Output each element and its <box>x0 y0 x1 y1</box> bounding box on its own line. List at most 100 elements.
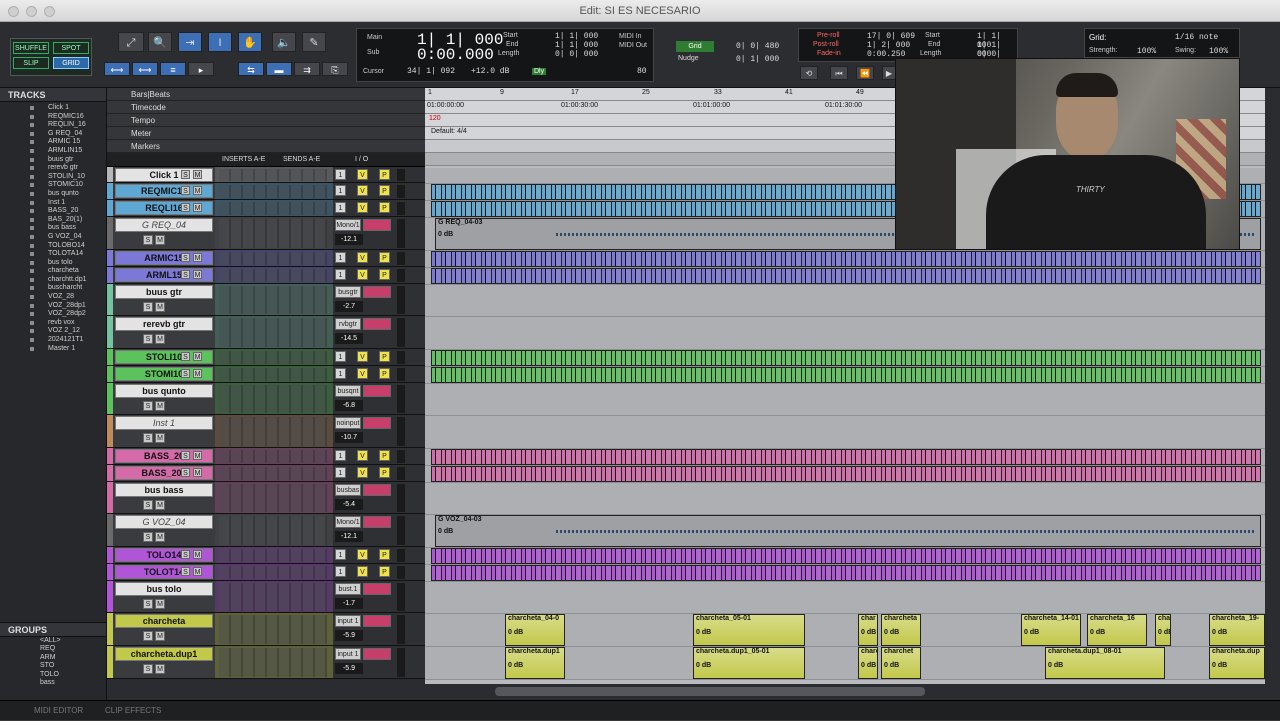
solo-button[interactable]: S <box>181 468 190 477</box>
audio-clip[interactable]: charc 0 dB <box>858 647 878 679</box>
track-header[interactable]: bus qunto S Mbusqnt -6.8 <box>107 383 425 415</box>
playlist-button[interactable]: P <box>379 351 390 362</box>
playlist-output[interactable] <box>363 286 391 298</box>
track-lane[interactable]: G VOZ_04-03 0 dB <box>425 515 1265 548</box>
track-header[interactable]: ARML15 S M 1 V P <box>107 267 425 284</box>
preroll-label[interactable]: Pre-roll <box>817 32 840 39</box>
audio-clip[interactable]: charcheta_05-01 0 dB <box>693 614 805 646</box>
playlist-button[interactable]: P <box>379 549 390 560</box>
inserts-slots[interactable] <box>219 202 327 215</box>
zoom-toggle-icon[interactable]: ▸ <box>188 62 214 76</box>
tracks-list-item[interactable]: bus bass <box>0 224 106 233</box>
voice-selector[interactable]: V <box>357 450 368 461</box>
inserts-slots[interactable] <box>219 648 327 677</box>
mute-button[interactable]: M <box>155 401 165 411</box>
audio-clip[interactable]: charcheta_16 0 dB <box>1087 614 1147 646</box>
mute-button[interactable]: M <box>155 500 165 510</box>
volume-value[interactable]: -14.5 <box>335 333 363 344</box>
track-name[interactable]: charcheta <box>115 614 213 628</box>
tracks-list-item[interactable]: rerevb gtr <box>0 164 106 173</box>
inserts-slots[interactable] <box>219 516 327 545</box>
audio-clip[interactable]: G VOZ_04-03 0 dB <box>435 515 1261 547</box>
midi-zoom-icon[interactable]: ≡ <box>160 62 186 76</box>
zoomer-tool-icon[interactable]: 🔍 <box>148 32 172 52</box>
playlist-output[interactable] <box>363 615 391 627</box>
track-name[interactable]: charcheta.dup1 <box>115 647 213 661</box>
grabber-tool-icon[interactable]: ✋ <box>238 32 262 52</box>
track-header[interactable]: buus gtr S Mbusgtr -2.7 <box>107 284 425 316</box>
ruler-bars-label[interactable]: Bars|Beats <box>107 88 425 101</box>
solo-button[interactable]: S <box>181 550 190 559</box>
io-selector[interactable]: busgtr <box>335 286 361 298</box>
input-number[interactable]: 1 <box>335 549 346 560</box>
inserts-slots[interactable] <box>219 566 327 579</box>
swing-value[interactable]: 100% <box>1209 47 1228 56</box>
mute-button[interactable]: M <box>193 468 202 477</box>
track-name[interactable]: buus gtr <box>115 285 213 299</box>
ruler-markers-label[interactable]: Markers <box>107 140 425 153</box>
zoom-window-button[interactable] <box>44 6 55 17</box>
mute-button[interactable]: M <box>193 170 202 179</box>
tracks-list-item[interactable]: VOZ_28dp2 <box>0 310 106 319</box>
tracks-list-item[interactable]: Inst 1 <box>0 199 106 208</box>
group-item[interactable]: ARM <box>0 654 106 662</box>
inserts-slots[interactable] <box>219 484 327 512</box>
voice-selector[interactable]: V <box>357 368 368 379</box>
track-header[interactable]: charcheta S Minput 1 -5.9 <box>107 613 425 646</box>
track-lane[interactable]: charcheta_04-0 0 dB charcheta_05-01 0 dB cha… <box>425 614 1265 647</box>
audio-clip[interactable] <box>431 350 1261 366</box>
group-item[interactable]: TOLO <box>0 671 106 679</box>
tracks-list-item[interactable]: buscharcht <box>0 284 106 293</box>
io-selector[interactable]: noinput <box>335 417 361 429</box>
playlist-button[interactable]: P <box>379 467 390 478</box>
volume-value[interactable]: -1.7 <box>335 598 363 609</box>
track-header[interactable]: Inst 1 S Mnoinput -10.7 <box>107 415 425 448</box>
track-lane[interactable] <box>425 367 1265 384</box>
solo-button[interactable]: S <box>143 500 153 510</box>
ruler-tempo-label[interactable]: Tempo <box>107 114 425 127</box>
track-header[interactable]: ARMIC15 S M 1 V P <box>107 250 425 267</box>
audio-clip[interactable] <box>431 268 1261 284</box>
mute-button[interactable]: M <box>155 599 165 609</box>
grid-toggle[interactable]: Grid <box>676 41 714 52</box>
track-lane[interactable] <box>425 565 1265 582</box>
scrubber-tool-icon[interactable]: 🔈 <box>272 32 296 52</box>
insertion-follows-icon[interactable]: ⇉ <box>294 62 320 76</box>
input-number[interactable]: 1 <box>335 368 346 379</box>
track-header[interactable]: Click 1SM1VP <box>107 167 425 183</box>
audio-clip[interactable] <box>431 367 1261 383</box>
track-header[interactable]: bus bass S Mbusbas -5.4 <box>107 482 425 514</box>
zoom-out-icon[interactable]: ⟷ <box>104 62 130 76</box>
group-item[interactable]: bass <box>0 679 106 687</box>
inserts-slots[interactable] <box>219 318 327 347</box>
audio-clip[interactable]: char 0 dB <box>858 614 878 646</box>
audio-clip[interactable]: charcheta.dup 0 dB <box>1209 647 1265 679</box>
mute-button[interactable]: M <box>193 567 202 576</box>
shuffle-mode-button[interactable]: SHUFFLE <box>13 42 49 54</box>
audio-clip[interactable]: charcheta 0 dB <box>881 614 921 646</box>
volume-value[interactable]: -5.9 <box>335 630 363 641</box>
tracks-list-item[interactable]: buus gtr <box>0 156 106 165</box>
play-icon[interactable]: ▶ <box>882 66 896 80</box>
tracks-list-item[interactable]: VOZ_28dp1 <box>0 302 106 311</box>
voice-selector[interactable]: V <box>357 252 368 263</box>
trim-tool-icon[interactable]: ⇥ <box>178 32 202 52</box>
fadein-label[interactable]: Fade-in <box>817 50 841 57</box>
input-number[interactable]: 1 <box>335 185 346 196</box>
playlist-button[interactable]: P <box>379 185 390 196</box>
track-name[interactable]: Inst 1 <box>115 416 213 430</box>
tracks-list-item[interactable]: ARMLIN15 <box>0 147 106 156</box>
horizontal-scrollbar[interactable] <box>425 684 1280 700</box>
tracks-list-item[interactable]: TOLOBO14 <box>0 242 106 251</box>
preroll-value[interactable]: 17| 0| 609 <box>867 32 915 41</box>
audio-clip[interactable]: charcheta_04-0 0 dB <box>505 614 565 646</box>
tracks-panel-title[interactable]: TRACKS <box>0 88 106 102</box>
solo-button[interactable]: S <box>143 532 153 542</box>
inserts-slots[interactable] <box>219 467 327 480</box>
input-number[interactable]: 1 <box>335 269 346 280</box>
track-header[interactable]: STOMI10 S M 1 V P <box>107 366 425 383</box>
audio-clip[interactable] <box>431 565 1261 581</box>
start-value[interactable]: 1| 1| 000 <box>555 32 598 41</box>
track-header[interactable]: TOLO14 S M 1 V P <box>107 547 425 564</box>
tracks-list-item[interactable]: BASS_20 <box>0 207 106 216</box>
